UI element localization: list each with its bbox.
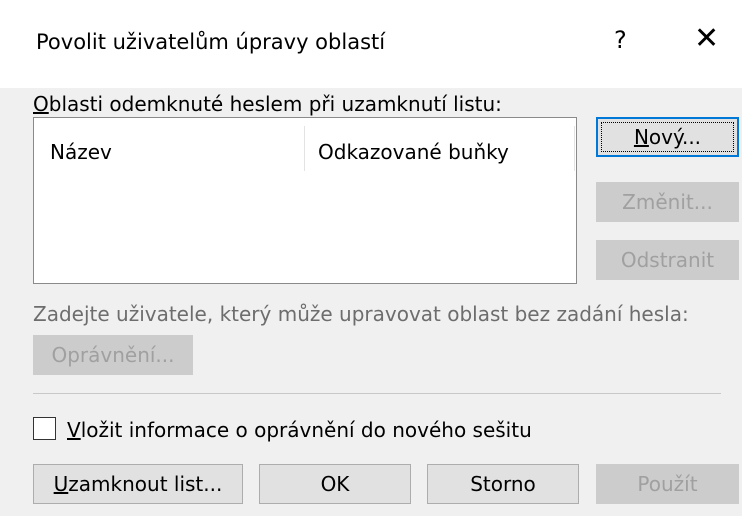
divider (33, 393, 721, 394)
modify-button[interactable]: Změnit... (596, 182, 739, 222)
new-button[interactable]: Nový... (596, 117, 739, 157)
column-separator[interactable] (304, 126, 305, 171)
cancel-button[interactable]: Storno (427, 464, 579, 504)
help-button[interactable]: ? (614, 26, 627, 54)
permissions-hint: Zadejte uživatele, který může upravovat … (33, 302, 689, 326)
delete-button[interactable]: Odstranit (596, 240, 739, 280)
ranges-label-accel: O (33, 92, 49, 116)
column-header-cells[interactable]: Odkazované buňky (318, 140, 509, 164)
protect-sheet-button[interactable]: Uzamknout list... (33, 464, 243, 504)
paste-permissions-checkbox[interactable] (33, 417, 56, 440)
dialog-title: Povolit uživatelům úpravy oblastí (36, 30, 386, 54)
protect-button-label: zamknout list... (68, 472, 223, 496)
apply-button[interactable]: Použít (596, 464, 739, 504)
ranges-label: Oblasti odemknuté heslem při uzamknutí l… (33, 92, 502, 116)
title-bar: Povolit uživatelům úpravy oblastí ? ✕ (0, 0, 742, 88)
permissions-button[interactable]: Oprávnění... (33, 335, 193, 375)
checkbox-label-accel: V (67, 418, 81, 442)
checkbox-label-text: ložit informace o oprávnění do nového se… (80, 418, 532, 442)
protect-button-accel: U (53, 472, 69, 496)
ok-button[interactable]: OK (259, 464, 411, 504)
close-icon[interactable]: ✕ (694, 24, 719, 54)
focus-rectangle (601, 122, 734, 152)
column-header-name[interactable]: Název (50, 140, 112, 164)
ranges-label-text: blasti odemknuté heslem při uzamknutí li… (48, 92, 502, 116)
ranges-list[interactable]: Název Odkazované buňky (33, 117, 577, 284)
column-separator[interactable] (574, 126, 575, 171)
paste-permissions-label[interactable]: Vložit informace o oprávnění do nového s… (67, 418, 532, 442)
